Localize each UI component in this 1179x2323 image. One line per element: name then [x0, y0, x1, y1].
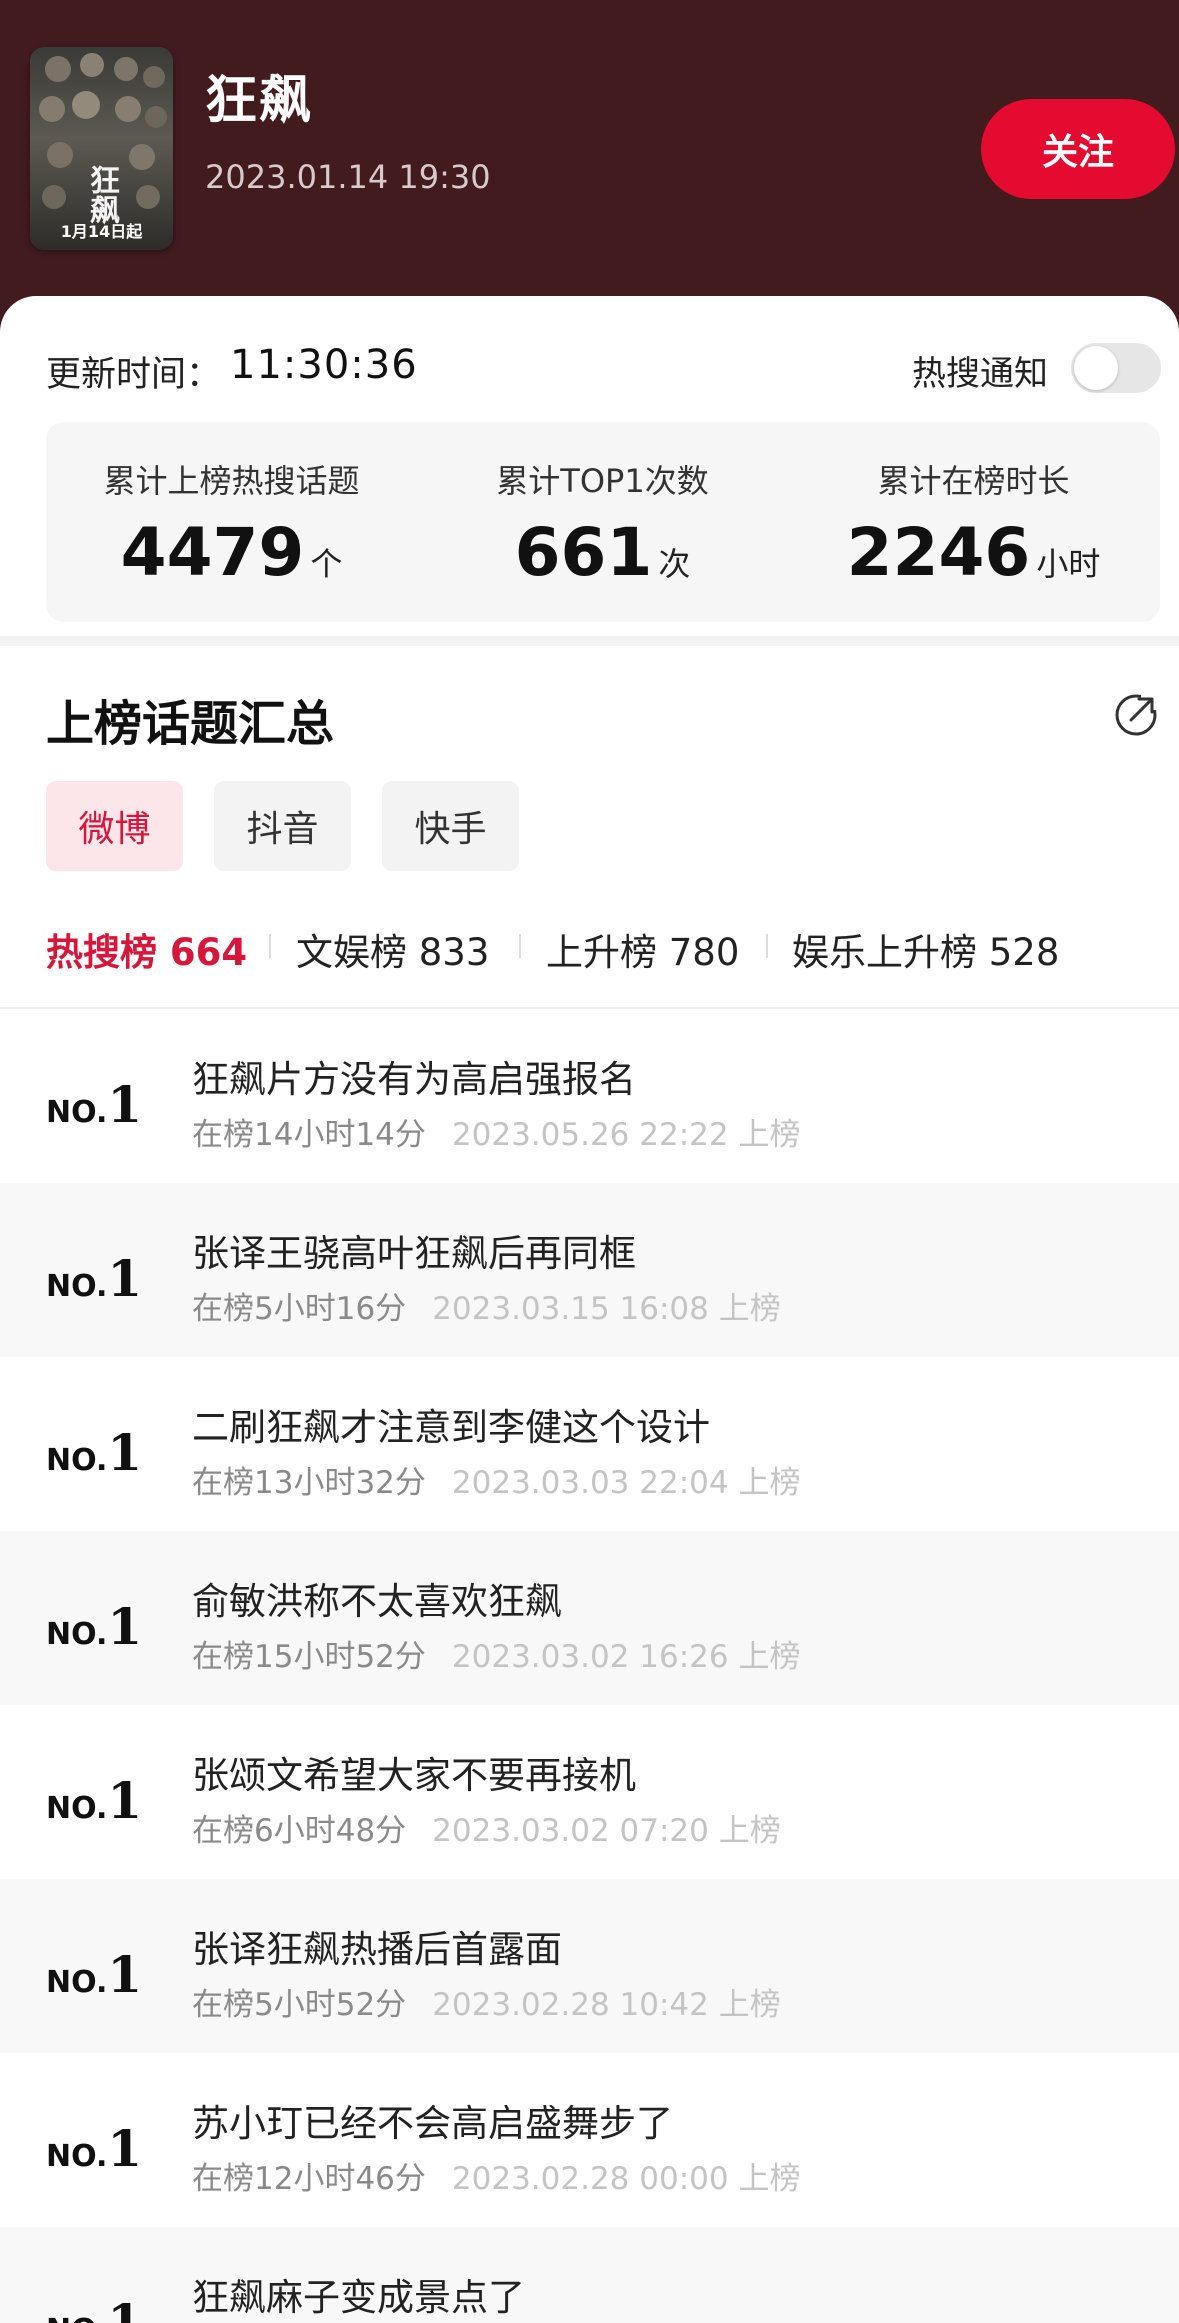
topic-row[interactable]: NO.1 张译狂飙热播后首露面 在榜5小时52分 2023.02.28 10:42…	[0, 1879, 1179, 2053]
topic-date: 2023.02.28 10:42 上榜	[432, 1987, 781, 2023]
stat-value: 4479	[120, 514, 305, 591]
topic-date: 2023.03.03 22:04 上榜	[451, 1465, 801, 1501]
topic-duration: 在榜13小时32分	[192, 1465, 426, 1501]
topic-meta: 在榜15小时52分 2023.03.02 16:26 上榜	[192, 1631, 800, 1676]
rank-badge: NO.1	[46, 1075, 143, 1134]
stat-unit: 次	[658, 545, 691, 583]
platform-tab-douyin[interactable]: 抖音	[214, 781, 351, 871]
topic-title: 苏小玎已经不会高启盛舞步了	[192, 2102, 673, 2145]
platform-tab-kuaishou[interactable]: 快手	[382, 781, 519, 871]
topic-date: 2023.02.28 00:00 上榜	[451, 2161, 801, 2197]
update-time-value: 11:30:36	[230, 342, 418, 388]
topic-title: 二刷狂飙才注意到李健这个设计	[192, 1406, 710, 1449]
topic-date: 2023.03.02 07:20 上榜	[432, 1813, 781, 1849]
topic-row[interactable]: NO.1 狂飙片方没有为高启强报名 在榜14小时14分 2023.05.26 22…	[0, 1009, 1179, 1183]
topic-meta: 在榜14小时14分 2023.05.26 22:22 上榜	[192, 1109, 800, 1154]
topic-title: 张颂文希望大家不要再接机	[192, 1754, 636, 1797]
topic-row[interactable]: NO.1 俞敏洪称不太喜欢狂飙 在榜15小时52分 2023.03.02 16:2…	[0, 1531, 1179, 1705]
section-divider	[0, 636, 1179, 646]
platform-tab-weibo[interactable]: 微博	[46, 781, 183, 871]
show-title: 狂飙	[205, 71, 314, 131]
stats-panel: 累计上榜热搜话题 4479 个 累计TOP1次数 661 次 累计在榜时长 2246…	[46, 422, 1160, 622]
rank-badge: NO.1	[46, 1423, 143, 1482]
rank-badge: NO.1	[46, 2293, 143, 2323]
topic-duration: 在榜5小时16分	[192, 1291, 407, 1327]
topic-row[interactable]: NO.1 张译王骁高叶狂飙后再同框 在榜5小时16分 2023.03.15 16:…	[0, 1183, 1179, 1357]
topic-title: 狂飙麻子变成景点了	[192, 2276, 525, 2319]
topic-row[interactable]: NO.1 苏小玎已经不会高启盛舞步了 在榜12小时46分 2023.02.28 0…	[0, 2053, 1179, 2227]
rank-tab-rising[interactable]: 上升榜 780	[546, 922, 739, 976]
topic-date: 2023.03.15 16:08 上榜	[432, 1291, 781, 1327]
topic-title: 张译王骁高叶狂飙后再同框	[192, 1232, 636, 1275]
rank-badge: NO.1	[46, 1771, 143, 1830]
stat-value: 661	[514, 514, 653, 591]
topic-title: 俞敏洪称不太喜欢狂飙	[192, 1580, 562, 1623]
tab-separator	[269, 934, 271, 958]
show-poster[interactable]: 狂飙 1月14日起	[30, 47, 173, 250]
topic-row[interactable]: NO.1 二刷狂飙才注意到李健这个设计 在榜13小时32分 2023.03.03 …	[0, 1357, 1179, 1531]
tab-separator	[519, 934, 521, 958]
stat-total-duration: 累计在榜时长 2246 小时	[788, 422, 1159, 622]
poster-date-text: 1月14日起	[60, 222, 143, 241]
stat-value: 2246	[846, 514, 1031, 591]
follow-button[interactable]: 关注	[981, 99, 1175, 199]
rank-tab-entertainment[interactable]: 文娱榜 833	[296, 922, 489, 976]
topic-duration: 在榜6小时48分	[192, 1813, 407, 1849]
stat-unit: 个	[310, 545, 343, 583]
topic-duration: 在榜14小时14分	[192, 1117, 426, 1153]
stat-label: 累计上榜热搜话题	[103, 462, 360, 500]
share-icon[interactable]	[1113, 692, 1159, 738]
show-premiere-time: 2023.01.14 19:30	[205, 158, 491, 196]
topic-title: 狂飙片方没有为高启强报名	[192, 1058, 636, 1101]
topic-title: 张译狂飙热播后首露面	[192, 1928, 562, 1971]
hot-search-notify-toggle[interactable]	[1071, 343, 1161, 393]
topic-date: 2023.05.26 22:22 上榜	[451, 1117, 801, 1153]
stat-label: 累计在榜时长	[877, 462, 1070, 500]
stat-label: 累计TOP1次数	[496, 462, 709, 500]
rank-badge: NO.1	[46, 2119, 143, 2178]
update-time-label: 更新时间：	[46, 355, 222, 395]
topic-duration: 在榜5小时52分	[192, 1987, 407, 2023]
topic-duration: 在榜15小时52分	[192, 1639, 426, 1675]
topic-date: 2023.03.02 16:26 上榜	[451, 1639, 801, 1675]
rank-badge: NO.1	[46, 1249, 143, 1308]
stat-unit: 小时	[1036, 545, 1101, 583]
topic-row[interactable]: NO.1 张颂文希望大家不要再接机 在榜6小时48分 2023.03.02 07:…	[0, 1705, 1179, 1879]
topic-meta: 在榜12小时46分 2023.02.28 00:00 上榜	[192, 2153, 800, 2198]
rank-badge: NO.1	[46, 1597, 143, 1656]
rank-tab-ent-rising[interactable]: 娱乐上升榜 528	[792, 922, 1059, 976]
topic-row[interactable]: NO.1 狂飙麻子变成景点了	[0, 2227, 1179, 2323]
section-title: 上榜话题汇总	[46, 696, 335, 752]
stat-top1-count: 累计TOP1次数 661 次	[417, 422, 788, 622]
hot-search-notify-label: 热搜通知	[912, 354, 1048, 394]
topic-meta: 在榜5小时16分 2023.03.15 16:08 上榜	[192, 1283, 781, 1328]
rank-badge: NO.1	[46, 1945, 143, 2004]
stat-total-topics: 累计上榜热搜话题 4479 个	[46, 422, 417, 622]
toggle-knob	[1074, 346, 1118, 390]
topic-meta: 在榜5小时52分 2023.02.28 10:42 上榜	[192, 1979, 781, 2024]
topic-duration: 在榜12小时46分	[192, 2161, 426, 2197]
topic-meta: 在榜6小时48分 2023.03.02 07:20 上榜	[192, 1805, 781, 1850]
topic-meta: 在榜13小时32分 2023.03.03 22:04 上榜	[192, 1457, 800, 1502]
tab-separator	[766, 934, 768, 958]
rank-tab-hot-search[interactable]: 热搜榜 664	[46, 922, 247, 976]
